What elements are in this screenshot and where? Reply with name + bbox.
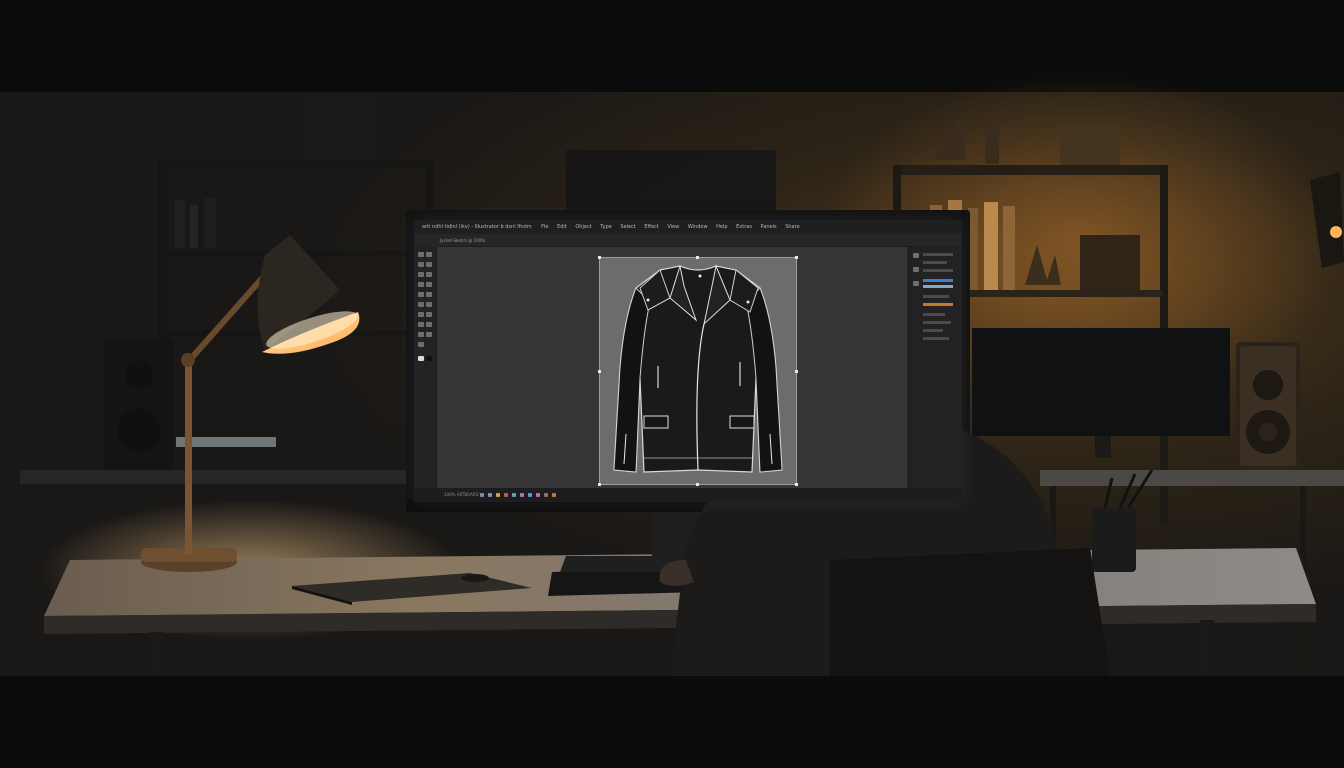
screen-display: arti ndhl tidlnl (ikv) - Illustrator b d… [414,220,962,502]
fill-swatch-icon[interactable] [418,356,424,361]
panel-row[interactable] [923,253,953,256]
selection-tool-icon[interactable] [418,252,424,257]
layers-icon[interactable] [913,253,919,258]
scale-tool-icon[interactable] [418,302,424,307]
eraser-tool-icon[interactable] [418,292,424,297]
blend-tool-icon[interactable] [426,322,432,327]
hand-tool-icon[interactable] [426,332,432,337]
menu-effect[interactable]: Effect [644,220,658,234]
taskbar-icon[interactable] [512,493,516,497]
taskbar-icon[interactable] [528,493,532,497]
menu-edit[interactable]: Edit [557,220,567,234]
menu-object[interactable]: Ohject [575,220,591,234]
menu-bar: arti ndhl tidlnl (ikv) - Illustrator b d… [414,220,962,234]
zoom-status: 100% ARTBOARD [444,492,479,497]
properties-panel [908,247,962,488]
artboard-tool-icon[interactable] [418,332,424,337]
right-speaker [1236,342,1300,470]
properties-icon[interactable] [913,267,919,272]
pen-tool-icon[interactable] [418,262,424,267]
leather-jacket-artwork[interactable] [600,258,796,484]
office-chair [830,548,1110,676]
stroke-swatch-icon[interactable] [426,356,432,361]
bounding-handle[interactable] [795,256,798,259]
panel-row[interactable] [923,313,945,316]
menu-panels[interactable]: Panels [761,220,777,234]
bounding-handle[interactable] [696,483,699,486]
menu-share[interactable]: Share [785,220,799,234]
line-tool-icon[interactable] [418,272,424,277]
tools-panel [414,246,437,488]
taskbar-icon[interactable] [552,493,556,497]
panel-row[interactable] [923,269,953,272]
menu-window[interactable]: Window [688,220,708,234]
bounding-handle[interactable] [598,370,601,373]
pencil-tool-icon[interactable] [426,282,432,287]
menu-type[interactable]: Type [600,220,611,234]
zoom-tool-icon[interactable] [418,342,424,347]
rotate-tool-icon[interactable] [426,292,432,297]
panel-row[interactable] [923,261,947,264]
panel-row[interactable] [923,337,949,340]
menu-help[interactable]: Help [716,220,727,234]
panel-row[interactable] [923,295,949,298]
taskbar-icon[interactable] [480,493,484,497]
bounding-handle[interactable] [598,256,601,259]
status-bar: 100% ARTBOARD [414,488,962,502]
menu-view[interactable]: View [667,220,679,234]
taskbar-icon[interactable] [504,493,508,497]
taskbar-icon[interactable] [520,493,524,497]
color-slider[interactable] [923,279,953,282]
width-tool-icon[interactable] [426,302,432,307]
type-tool-icon[interactable] [426,262,432,267]
taskbar-icon[interactable] [496,493,500,497]
artboard[interactable] [598,256,798,486]
window-title: arti ndhl tidlnl (ikv) - Illustrator b d… [422,224,532,230]
color-slider[interactable] [923,285,953,288]
color-icon[interactable] [913,281,919,286]
bounding-handle[interactable] [795,370,798,373]
canvas-area[interactable] [437,247,907,488]
direct-selection-tool-icon[interactable] [426,252,432,257]
taskbar-icon[interactable] [488,493,492,497]
options-bar [414,234,962,247]
taskbar-icon[interactable] [536,493,540,497]
panel-row[interactable] [923,329,943,332]
menu-file[interactable]: Fle [541,220,548,234]
shape-builder-tool-icon[interactable] [418,312,424,317]
menu-extras[interactable]: Extras [736,220,752,234]
brush-tool-icon[interactable] [418,282,424,287]
left-speaker [104,340,174,470]
bounding-handle[interactable] [795,483,798,486]
bounding-handle[interactable] [696,256,699,259]
panel-row[interactable] [923,321,951,324]
eyedropper-tool-icon[interactable] [418,322,424,327]
menu-select[interactable]: Select [620,220,635,234]
accent-swatch-row[interactable] [923,303,953,306]
background-monitor [972,328,1230,436]
taskbar-icon[interactable] [544,493,548,497]
rectangle-tool-icon[interactable] [426,272,432,277]
bounding-handle[interactable] [598,483,601,486]
document-tab[interactable]: Jacket-Sketch @ 100% [440,238,485,243]
gradient-tool-icon[interactable] [426,312,432,317]
